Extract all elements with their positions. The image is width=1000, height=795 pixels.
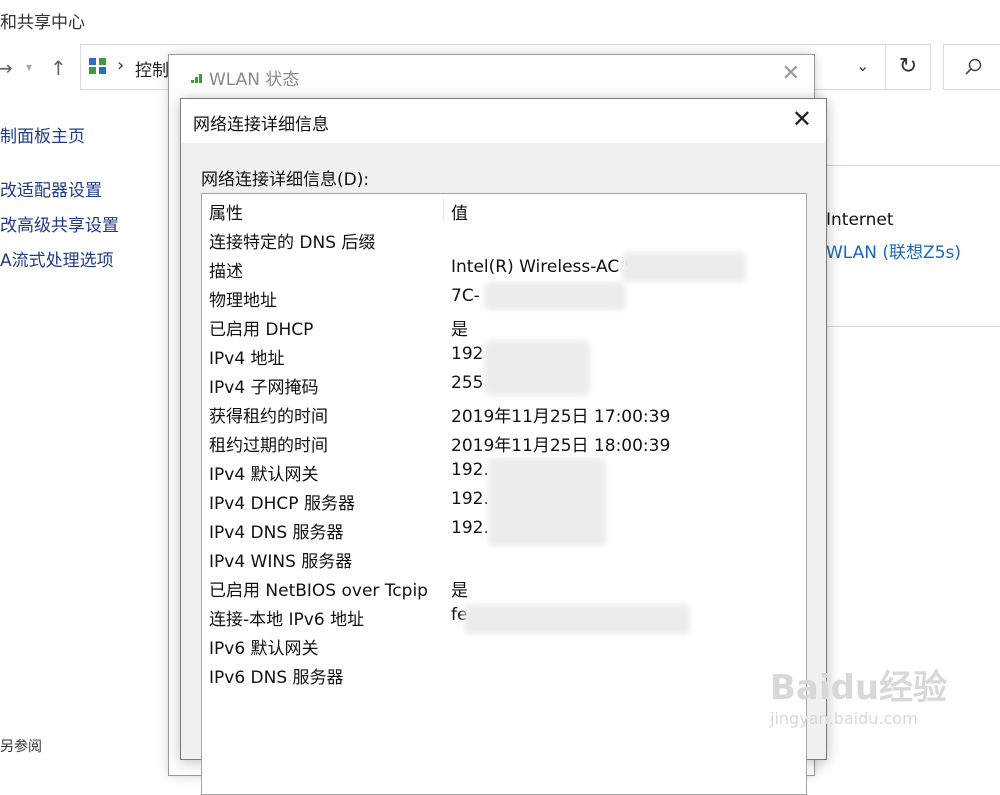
table-row[interactable]: 已启用 DHCP 是 (202, 311, 806, 340)
chevron-down-icon[interactable]: ▾ (26, 60, 32, 74)
row-value: 192. (451, 518, 489, 538)
redaction-blur (622, 252, 746, 282)
details-list-label: 网络连接详细信息(D): (201, 170, 370, 190)
nav-link-advanced-sharing[interactable]: 改高级共享设置 (0, 211, 119, 236)
row-value: 是 (451, 320, 468, 340)
row-property: 物理地址 (209, 291, 277, 311)
row-value: 2019年11月25日 17:00:39 (451, 407, 671, 427)
row-property: IPv6 DNS 服务器 (209, 668, 344, 688)
column-header-value[interactable]: 值 (451, 199, 468, 224)
row-property: IPv4 DNS 服务器 (209, 523, 344, 543)
explorer-window-title: 和共享中心 (0, 13, 85, 33)
dialog-title: WLAN 状态 (209, 70, 300, 90)
redaction-blur (484, 340, 590, 396)
column-divider[interactable] (443, 198, 444, 220)
details-list[interactable]: 属性 值 连接特定的 DNS 后缀 描述 Intel(R) Wireless-A… (201, 193, 807, 795)
table-row[interactable]: 连接特定的 DNS 后缀 (202, 224, 806, 253)
row-property: IPv6 默认网关 (209, 639, 319, 659)
breadcrumb-separator: › (117, 55, 125, 76)
row-property: 获得租约的时间 (209, 407, 328, 427)
row-value: 192 (451, 344, 484, 364)
close-icon[interactable]: ✕ (792, 105, 812, 133)
row-value: 7C- (451, 286, 480, 306)
row-value: 192. (451, 460, 489, 480)
row-value: 255 (451, 373, 484, 393)
table-row[interactable]: 已启用 NetBIOS over Tcpip 是 (202, 572, 806, 601)
row-property: IPv4 默认网关 (209, 465, 319, 485)
table-row[interactable]: 获得租约的时间 2019年11月25日 17:00:39 (202, 398, 806, 427)
close-icon[interactable]: ✕ (782, 61, 800, 86)
nav-link-control-panel-home[interactable]: 制面板主页 (0, 122, 85, 147)
table-row[interactable]: IPv6 默认网关 (202, 630, 806, 659)
row-property: 连接特定的 DNS 后缀 (209, 233, 376, 253)
list-header: 属性 值 (202, 194, 806, 224)
row-property: 租约过期的时间 (209, 436, 328, 456)
row-property: 已启用 NetBIOS over Tcpip (209, 581, 428, 601)
redaction-blur (464, 604, 690, 634)
column-header-property[interactable]: 属性 (209, 199, 243, 224)
nav-link-streaming-options[interactable]: A流式处理选项 (0, 246, 114, 271)
table-row[interactable]: 租约过期的时间 2019年11月25日 18:00:39 (202, 427, 806, 456)
table-row[interactable]: IPv6 DNS 服务器 (202, 659, 806, 688)
row-property: 已启用 DHCP (209, 320, 314, 340)
dialog-title: 网络连接详细信息 (193, 115, 329, 135)
connection-link[interactable]: WLAN (联想Z5s) (826, 238, 961, 263)
row-property: IPv4 地址 (209, 349, 285, 369)
address-text[interactable]: 控制 (135, 56, 169, 81)
refresh-icon: ↻ (898, 54, 918, 79)
network-details-dialog: 网络连接详细信息 ✕ 网络连接详细信息(D): 属性 值 连接特定的 DNS 后… (180, 98, 827, 795)
search-icon (965, 58, 982, 75)
search-input[interactable] (943, 44, 1000, 90)
row-value: Intel(R) Wireless-AC 9 (451, 257, 636, 277)
table-row[interactable]: IPv4 WINS 服务器 (202, 543, 806, 572)
row-value: 2019年11月25日 18:00:39 (451, 436, 671, 456)
control-panel-icon (89, 58, 106, 74)
redaction-blur (488, 458, 606, 546)
access-type-value: Internet (826, 210, 894, 230)
watermark: Baidu经验 jingyan.baidu.com (770, 660, 947, 728)
redaction-blur (484, 282, 626, 310)
wifi-signal-icon (191, 74, 202, 83)
watermark-url: jingyan.baidu.com (770, 709, 918, 728)
watermark-brand: Baidu经验 (770, 668, 948, 708)
row-property: 描述 (209, 262, 243, 282)
nav-link-adapter-settings[interactable]: 改适配器设置 (0, 176, 102, 201)
row-property: IPv4 子网掩码 (209, 378, 319, 398)
row-property: 连接-本地 IPv6 地址 (209, 610, 365, 630)
see-also-label: 另参阅 (0, 739, 42, 755)
refresh-button[interactable]: ↻ (885, 44, 931, 90)
connections-panel: Internet WLAN (联想Z5s) (826, 165, 1000, 327)
row-value: 是 (451, 581, 468, 601)
up-arrow-icon[interactable]: ↑ (50, 56, 67, 80)
row-property: IPv4 WINS 服务器 (209, 552, 353, 572)
row-property: IPv4 DHCP 服务器 (209, 494, 355, 514)
chevron-down-icon[interactable]: ⌄ (856, 56, 869, 75)
back-arrow-icon[interactable]: → (0, 56, 13, 80)
dialog-titlebar: 网络连接详细信息 ✕ (181, 99, 826, 143)
row-value: 192. (451, 489, 489, 509)
